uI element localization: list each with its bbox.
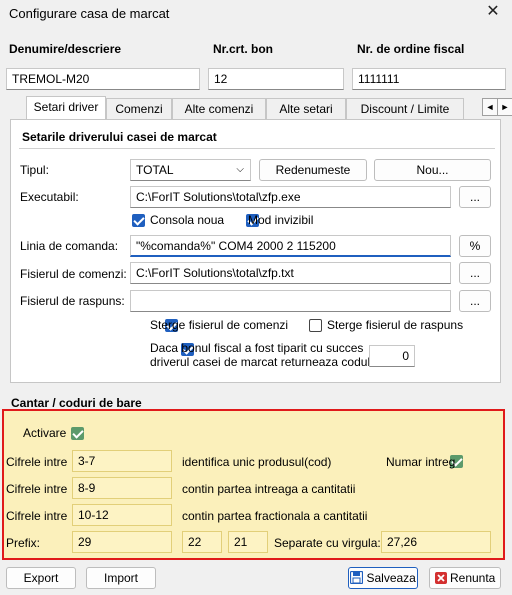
import-button[interactable]: Import	[86, 567, 156, 589]
cifrele-label-2: Cifrele intre	[6, 482, 68, 496]
export-button[interactable]: Export	[6, 567, 76, 589]
cifrele-desc-1: identifica unic produsul(cod)	[182, 455, 332, 469]
cifrele-input-2[interactable]: 8-9	[72, 477, 172, 499]
tipul-label: Tipul:	[20, 163, 49, 177]
sterge-raspuns-checkbox[interactable]	[309, 319, 322, 332]
fisier-comenzi-label: Fisierul de comenzi:	[20, 267, 127, 281]
return-code-input[interactable]: 0	[369, 345, 415, 367]
fisier-comenzi-input[interactable]: C:\ForIT Solutions\total\zfp.txt	[130, 262, 451, 284]
redenumeste-button[interactable]: Redenumeste	[259, 159, 367, 181]
executabil-input[interactable]: C:\ForIT Solutions\total\zfp.exe	[130, 186, 451, 208]
cifrele-desc-3: contin partea fractionala a cantitatii	[182, 509, 368, 523]
sterge-raspuns-label: Sterge fisierul de raspuns	[327, 318, 464, 332]
window-title: Configurare casa de marcat	[9, 6, 170, 21]
receipt-number-input[interactable]: 12	[208, 68, 344, 90]
return-code-line2: driverul casei de marcat returneaza codu…	[150, 355, 371, 369]
consola-noua-checkbox[interactable]	[132, 214, 145, 227]
cancel-icon	[434, 572, 447, 584]
tab-scroll-right-icon[interactable]: ►	[497, 98, 512, 116]
driver-group-title: Setarile driverului casei de marcat	[22, 130, 217, 144]
save-label: Salveaza	[366, 571, 416, 585]
fiscal-order-input[interactable]: 1111111	[352, 68, 506, 90]
numar-intreg-label: Numar intreg	[386, 455, 456, 469]
prefix-input-3[interactable]: 21	[228, 531, 268, 553]
save-icon	[350, 570, 364, 585]
save-button[interactable]: Salveaza	[348, 567, 418, 589]
cifrele-label-1: Cifrele intre	[6, 455, 68, 469]
cifrele-input-1[interactable]: 3-7	[72, 450, 172, 472]
mod-invizibil-label: Mod invizibil	[248, 213, 314, 227]
cifrele-label-3: Cifrele intre	[6, 509, 68, 523]
tab-scroll-left-icon[interactable]: ◄	[482, 98, 498, 116]
tab-alte-setari[interactable]: Alte setari	[266, 98, 346, 120]
tab-discount-limite[interactable]: Discount / Limite	[346, 98, 464, 120]
return-code-line1: Daca bonul fiscal a fost tiparit cu succ…	[150, 341, 364, 355]
fisier-raspuns-label: Fisierul de raspuns:	[20, 294, 125, 308]
fisier-comenzi-browse-button[interactable]: ...	[459, 262, 491, 284]
linia-comanda-label: Linia de comanda:	[20, 239, 119, 253]
prefix-input-1[interactable]: 29	[72, 531, 172, 553]
description-label: Denumire/descriere	[9, 42, 122, 56]
group-divider	[19, 148, 495, 149]
nou-button[interactable]: Nou...	[374, 159, 491, 181]
cifrele-input-3[interactable]: 10-12	[72, 504, 172, 526]
fiscal-order-label: Nr. de ordine fiscal	[357, 42, 465, 56]
tab-alte-comenzi[interactable]: Alte comenzi	[172, 98, 266, 120]
sterge-comenzi-label: Sterge fisierul de comenzi	[150, 318, 289, 332]
tipul-select[interactable]: TOTAL ⌵	[130, 159, 251, 181]
tab-setari-driver[interactable]: Setari driver	[26, 96, 106, 120]
fisier-raspuns-browse-button[interactable]: ...	[459, 290, 491, 312]
consola-noua-label: Consola noua	[150, 213, 225, 227]
receipt-number-label: Nr.crt. bon	[213, 42, 274, 56]
separate-input[interactable]: 27,26	[381, 531, 491, 553]
close-icon[interactable]: ✕	[484, 3, 502, 21]
cancel-button[interactable]: Renunta	[429, 567, 501, 589]
chevron-down-icon: ⌵	[236, 164, 244, 175]
prefix-label: Prefix:	[6, 536, 41, 550]
separate-label: Separate cu virgula:	[274, 536, 381, 550]
activare-label: Activare	[23, 426, 67, 440]
executabil-label: Executabil:	[20, 190, 79, 204]
tab-comenzi[interactable]: Comenzi	[106, 98, 172, 120]
cifrele-desc-2: contin partea intreaga a cantitatii	[182, 482, 356, 496]
tipul-select-value: TOTAL	[136, 163, 174, 177]
cancel-label: Renunta	[449, 571, 496, 585]
linia-comanda-input[interactable]: "%comanda%" COM4 2000 2 115200	[130, 235, 451, 257]
activare-checkbox[interactable]	[71, 427, 85, 440]
executabil-browse-button[interactable]: ...	[459, 186, 491, 208]
cantar-section-title: Cantar / coduri de bare	[11, 396, 142, 410]
prefix-input-2[interactable]: 22	[182, 531, 222, 553]
description-input[interactable]: TREMOL-M20	[6, 68, 200, 90]
fisier-raspuns-input[interactable]	[130, 290, 451, 312]
percent-button[interactable]: %	[459, 235, 491, 257]
